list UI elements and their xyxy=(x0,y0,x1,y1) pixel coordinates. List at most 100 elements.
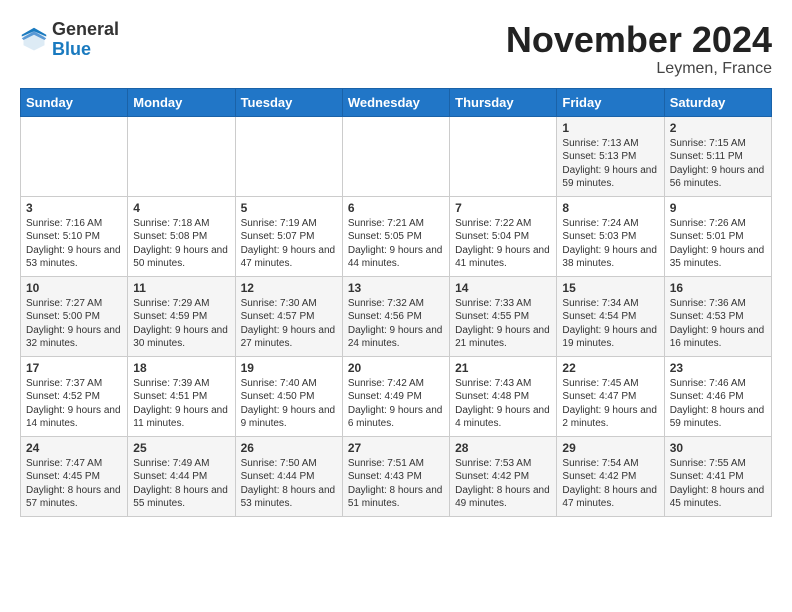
day-info: Sunrise: 7:39 AM Sunset: 4:51 PM Dayligh… xyxy=(133,377,229,431)
day-info: Sunrise: 7:18 AM Sunset: 5:08 PM Dayligh… xyxy=(133,217,229,271)
day-number: 30 xyxy=(670,441,766,455)
header-wednesday: Wednesday xyxy=(342,88,449,116)
day-info: Sunrise: 7:21 AM Sunset: 5:05 PM Dayligh… xyxy=(348,217,444,271)
day-number: 22 xyxy=(562,361,658,375)
day-number: 5 xyxy=(241,201,337,215)
day-cell: 7 Sunrise: 7:22 AM Sunset: 5:04 PM Daylig… xyxy=(450,196,557,276)
header-saturday: Saturday xyxy=(664,88,771,116)
day-info: Sunrise: 7:34 AM Sunset: 4:54 PM Dayligh… xyxy=(562,297,658,351)
day-cell: 22 Sunrise: 7:45 AM Sunset: 4:47 PM Dayli… xyxy=(557,356,664,436)
day-info: Sunrise: 7:26 AM Sunset: 5:01 PM Dayligh… xyxy=(670,217,766,271)
week-row-0: 1 Sunrise: 7:13 AM Sunset: 5:13 PM Daylig… xyxy=(21,116,772,196)
day-info: Sunrise: 7:40 AM Sunset: 4:50 PM Dayligh… xyxy=(241,377,337,431)
day-info: Sunrise: 7:46 AM Sunset: 4:46 PM Dayligh… xyxy=(670,377,766,431)
logo-general: General xyxy=(52,19,119,39)
day-info: Sunrise: 7:36 AM Sunset: 4:53 PM Dayligh… xyxy=(670,297,766,351)
day-info: Sunrise: 7:15 AM Sunset: 5:11 PM Dayligh… xyxy=(670,137,766,191)
day-cell: 23 Sunrise: 7:46 AM Sunset: 4:46 PM Dayli… xyxy=(664,356,771,436)
day-number: 2 xyxy=(670,121,766,135)
logo: General Blue xyxy=(20,20,119,60)
day-info: Sunrise: 7:50 AM Sunset: 4:44 PM Dayligh… xyxy=(241,457,337,511)
day-cell: 28Sunrise: 7:53 AM Sunset: 4:42 PM Dayli… xyxy=(450,436,557,516)
day-cell: 30 Sunrise: 7:55 AM Sunset: 4:41 PM Dayli… xyxy=(664,436,771,516)
day-cell: 29 Sunrise: 7:54 AM Sunset: 4:42 PM Dayli… xyxy=(557,436,664,516)
day-info: Sunrise: 7:24 AM Sunset: 5:03 PM Dayligh… xyxy=(562,217,658,271)
day-info: Sunrise: 7:22 AM Sunset: 5:04 PM Dayligh… xyxy=(455,217,551,271)
day-cell: 19 Sunrise: 7:40 AM Sunset: 4:50 PM Dayli… xyxy=(235,356,342,436)
day-info: Sunrise: 7:13 AM Sunset: 5:13 PM Dayligh… xyxy=(562,137,658,191)
day-cell: 14 Sunrise: 7:33 AM Sunset: 4:55 PM Dayli… xyxy=(450,276,557,356)
day-info: Sunrise: 7:32 AM Sunset: 4:56 PM Dayligh… xyxy=(348,297,444,351)
day-number: 28 xyxy=(455,441,551,455)
day-number: 10 xyxy=(26,281,122,295)
day-number: 18 xyxy=(133,361,229,375)
day-cell: 3 Sunrise: 7:16 AM Sunset: 5:10 PM Daylig… xyxy=(21,196,128,276)
day-cell: 9 Sunrise: 7:26 AM Sunset: 5:01 PM Daylig… xyxy=(664,196,771,276)
page-header: General Blue November 2024 Leymen, Franc… xyxy=(20,20,772,78)
day-number: 14 xyxy=(455,281,551,295)
header-friday: Friday xyxy=(557,88,664,116)
day-cell: 16 Sunrise: 7:36 AM Sunset: 4:53 PM Dayli… xyxy=(664,276,771,356)
day-number: 11 xyxy=(133,281,229,295)
day-cell: 11 Sunrise: 7:29 AM Sunset: 4:59 PM Dayli… xyxy=(128,276,235,356)
header-sunday: Sunday xyxy=(21,88,128,116)
day-number: 29 xyxy=(562,441,658,455)
day-cell: 21Sunrise: 7:43 AM Sunset: 4:48 PM Dayli… xyxy=(450,356,557,436)
day-number: 1 xyxy=(562,121,658,135)
day-info: Sunrise: 7:51 AM Sunset: 4:43 PM Dayligh… xyxy=(348,457,444,511)
day-info: Sunrise: 7:29 AM Sunset: 4:59 PM Dayligh… xyxy=(133,297,229,351)
day-info: Sunrise: 7:45 AM Sunset: 4:47 PM Dayligh… xyxy=(562,377,658,431)
day-info: Sunrise: 7:43 AM Sunset: 4:48 PM Dayligh… xyxy=(455,377,551,431)
day-cell: 27Sunrise: 7:51 AM Sunset: 4:43 PM Dayli… xyxy=(342,436,449,516)
day-number: 19 xyxy=(241,361,337,375)
day-number: 15 xyxy=(562,281,658,295)
day-number: 7 xyxy=(455,201,551,215)
day-cell: 15 Sunrise: 7:34 AM Sunset: 4:54 PM Dayli… xyxy=(557,276,664,356)
day-info: Sunrise: 7:16 AM Sunset: 5:10 PM Dayligh… xyxy=(26,217,122,271)
logo-text: General Blue xyxy=(52,20,119,60)
day-cell: 24Sunrise: 7:47 AM Sunset: 4:45 PM Dayli… xyxy=(21,436,128,516)
day-number: 12 xyxy=(241,281,337,295)
week-row-2: 10Sunrise: 7:27 AM Sunset: 5:00 PM Dayli… xyxy=(21,276,772,356)
day-info: Sunrise: 7:54 AM Sunset: 4:42 PM Dayligh… xyxy=(562,457,658,511)
day-cell: 17Sunrise: 7:37 AM Sunset: 4:52 PM Dayli… xyxy=(21,356,128,436)
header-thursday: Thursday xyxy=(450,88,557,116)
day-cell: 10Sunrise: 7:27 AM Sunset: 5:00 PM Dayli… xyxy=(21,276,128,356)
day-cell: 12Sunrise: 7:30 AM Sunset: 4:57 PM Dayli… xyxy=(235,276,342,356)
day-number: 20 xyxy=(348,361,444,375)
day-cell xyxy=(450,116,557,196)
day-info: Sunrise: 7:49 AM Sunset: 4:44 PM Dayligh… xyxy=(133,457,229,511)
day-cell: 25 Sunrise: 7:49 AM Sunset: 4:44 PM Dayli… xyxy=(128,436,235,516)
day-info: Sunrise: 7:55 AM Sunset: 4:41 PM Dayligh… xyxy=(670,457,766,511)
day-cell: 6Sunrise: 7:21 AM Sunset: 5:05 PM Daylig… xyxy=(342,196,449,276)
header-monday: Monday xyxy=(128,88,235,116)
day-number: 13 xyxy=(348,281,444,295)
day-number: 16 xyxy=(670,281,766,295)
day-info: Sunrise: 7:19 AM Sunset: 5:07 PM Dayligh… xyxy=(241,217,337,271)
day-number: 26 xyxy=(241,441,337,455)
day-cell: 8Sunrise: 7:24 AM Sunset: 5:03 PM Daylig… xyxy=(557,196,664,276)
week-row-4: 24Sunrise: 7:47 AM Sunset: 4:45 PM Dayli… xyxy=(21,436,772,516)
day-number: 23 xyxy=(670,361,766,375)
calendar-body: 1 Sunrise: 7:13 AM Sunset: 5:13 PM Daylig… xyxy=(21,116,772,516)
day-info: Sunrise: 7:42 AM Sunset: 4:49 PM Dayligh… xyxy=(348,377,444,431)
day-number: 3 xyxy=(26,201,122,215)
day-cell: 4 Sunrise: 7:18 AM Sunset: 5:08 PM Daylig… xyxy=(128,196,235,276)
day-cell: 5 Sunrise: 7:19 AM Sunset: 5:07 PM Daylig… xyxy=(235,196,342,276)
month-title: November 2024 xyxy=(506,20,772,60)
day-cell xyxy=(128,116,235,196)
week-row-1: 3 Sunrise: 7:16 AM Sunset: 5:10 PM Daylig… xyxy=(21,196,772,276)
day-number: 4 xyxy=(133,201,229,215)
day-number: 25 xyxy=(133,441,229,455)
day-cell xyxy=(235,116,342,196)
logo-icon xyxy=(20,26,48,54)
day-cell xyxy=(21,116,128,196)
day-cell xyxy=(342,116,449,196)
header-row: SundayMondayTuesdayWednesdayThursdayFrid… xyxy=(21,88,772,116)
day-number: 24 xyxy=(26,441,122,455)
calendar-table: SundayMondayTuesdayWednesdayThursdayFrid… xyxy=(20,88,772,517)
title-block: November 2024 Leymen, France xyxy=(506,20,772,78)
day-cell: 13 Sunrise: 7:32 AM Sunset: 4:56 PM Dayli… xyxy=(342,276,449,356)
day-info: Sunrise: 7:33 AM Sunset: 4:55 PM Dayligh… xyxy=(455,297,551,351)
day-number: 9 xyxy=(670,201,766,215)
